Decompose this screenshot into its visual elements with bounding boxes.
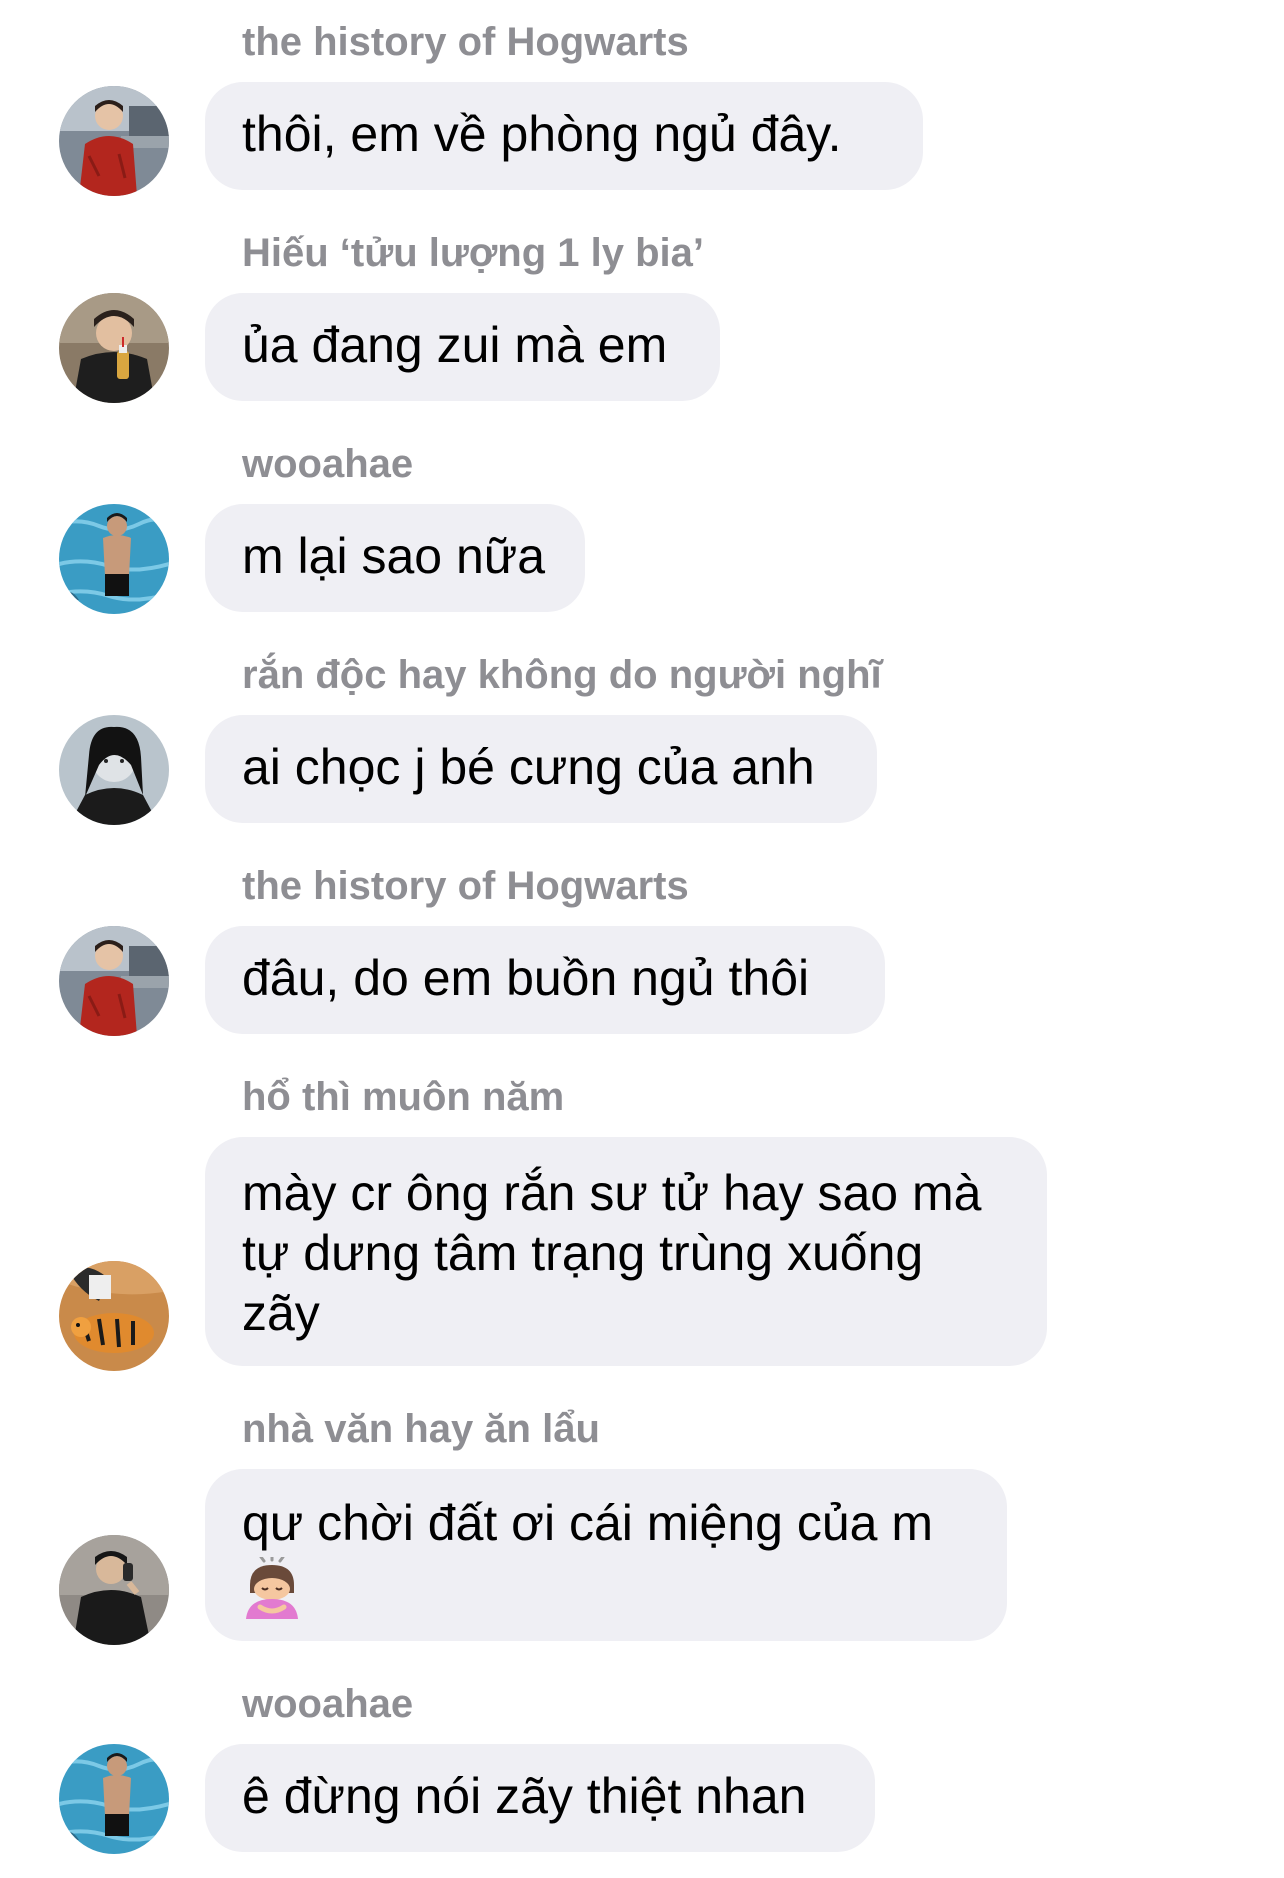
sender-name[interactable]: wooahae (242, 440, 413, 488)
message-text: ủa đang zui mà em (242, 317, 668, 373)
message-bubble[interactable]: qư chời đất ơi cái miệng của m (205, 1469, 1007, 1641)
message-bubble[interactable]: thôi, em về phòng ngủ đây. (205, 82, 923, 190)
avatar-tiger-image (59, 1261, 169, 1371)
sender-name[interactable]: nhà văn hay ăn lẩu (242, 1405, 600, 1453)
sender-name[interactable]: rắn độc hay không do người nghĩ (242, 651, 882, 699)
message-bubble[interactable]: mày cr ông rắn sư tử hay sao mà tự dưng … (205, 1137, 1047, 1366)
avatar-pool[interactable] (59, 1744, 169, 1854)
sender-name[interactable]: hổ thì muôn năm (242, 1073, 564, 1121)
sender-name[interactable]: wooahae (242, 1680, 413, 1728)
message-text: m lại sao nữa (242, 528, 546, 584)
message-text: đâu, do em buồn ngủ thôi (242, 950, 810, 1006)
bowing-person-emoji (242, 1555, 302, 1624)
avatar-dark-hair-image (59, 715, 169, 825)
avatar-drinking[interactable] (59, 293, 169, 403)
avatar-red-sweater-image (59, 926, 169, 1036)
sender-name[interactable]: Hiếu ‘tửu lượng 1 ly bia’ (242, 229, 704, 277)
avatar-red-sweater[interactable] (59, 926, 169, 1036)
avatar-pool[interactable] (59, 504, 169, 614)
avatar-red-sweater[interactable] (59, 86, 169, 196)
avatar-pool-image (59, 1744, 169, 1854)
message-text: qư chời đất ơi cái miệng của m (242, 1495, 933, 1551)
avatar-black-shirt[interactable] (59, 1535, 169, 1645)
message-text: ê đừng nói zãy thiệt nhan (242, 1768, 807, 1824)
bowing-person-emoji-icon (246, 1555, 298, 1619)
avatar-black-shirt-image (59, 1535, 169, 1645)
chat-thread: the history of Hogwarts thôi, em về phòn… (0, 0, 1284, 1878)
avatar-dark-hair[interactable] (59, 715, 169, 825)
avatar-red-sweater-image (59, 86, 169, 196)
sender-name[interactable]: the history of Hogwarts (242, 18, 689, 66)
message-bubble[interactable]: ai chọc j bé cưng của anh (205, 715, 877, 823)
message-bubble[interactable]: m lại sao nữa (205, 504, 585, 612)
avatar-drinking-image (59, 293, 169, 403)
message-text: thôi, em về phòng ngủ đây. (242, 106, 842, 162)
message-text: ai chọc j bé cưng của anh (242, 739, 815, 795)
message-bubble[interactable]: ủa đang zui mà em (205, 293, 720, 401)
message-text: mày cr ông rắn sư tử hay sao mà tự dưng … (242, 1165, 982, 1341)
avatar-tiger[interactable] (59, 1261, 169, 1371)
sender-name[interactable]: the history of Hogwarts (242, 862, 689, 910)
message-bubble[interactable]: ê đừng nói zãy thiệt nhan (205, 1744, 875, 1852)
message-bubble[interactable]: đâu, do em buồn ngủ thôi (205, 926, 885, 1034)
avatar-pool-image (59, 504, 169, 614)
